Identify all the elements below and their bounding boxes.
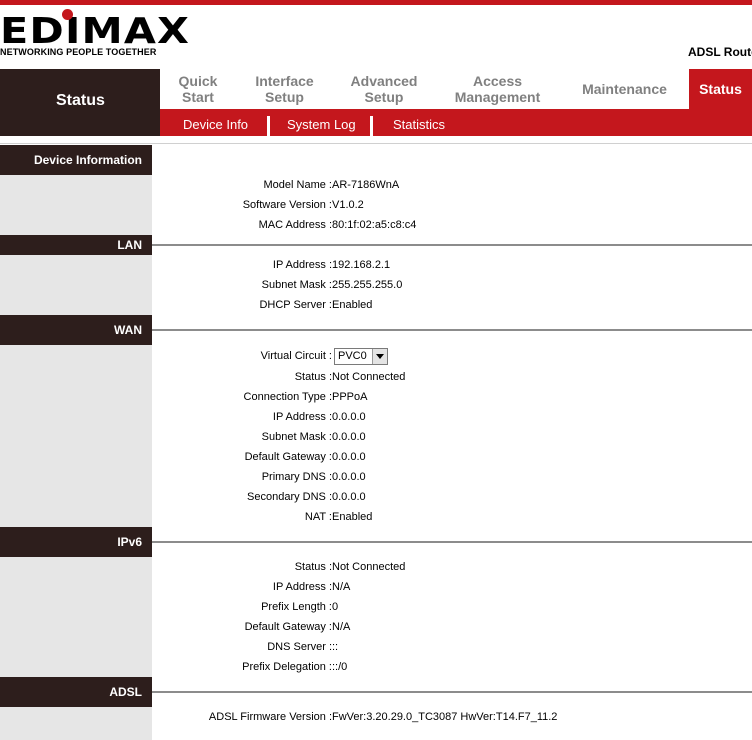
section-divider [152,329,752,331]
section-divider [152,541,752,543]
row-adsl-firmware: ADSL Firmware Version : FwVer:3.20.29.0_T… [208,711,558,723]
section-device-info: Device Information [0,145,152,175]
row-lan-mask: Subnet Mask :255.255.255.0 [261,279,403,291]
row-nat: NAT : Enabled [304,511,373,523]
subnav-separator [370,116,373,136]
row-ipv6-ip: IP Address : N/A [272,581,351,593]
row-dhcp-server: DHCP Server : Enabled [259,299,373,311]
tab-access-management[interactable]: Access Management [435,69,560,109]
row-ipv6-gateway: Default Gateway : N/A [244,621,351,633]
row-virtual-circuit: Virtual Circuit : PVC0 [152,346,752,366]
tab-interface-setup[interactable]: Interface Setup [236,69,333,109]
row-secondary-dns: Secondary DNS :0.0.0.0 [247,491,366,503]
section-lan: LAN [0,235,152,255]
section-adsl: ADSL [0,677,152,707]
chevron-down-icon[interactable] [372,349,387,364]
row-wan-ip: IP Address :0.0.0.0 [272,411,366,423]
section-ipv6: IPv6 [0,527,152,557]
tab-advanced-setup[interactable]: Advanced Setup [333,69,435,109]
row-default-gateway: Default Gateway :0.0.0.0 [244,451,366,463]
edimax-logo: EDIMAX NETWORKING PEOPLE TOGETHER [0,6,189,60]
row-software-version: Software Version : V1.0.2 [242,199,364,211]
row-model-name: Model Name : AR-7186WnA [263,179,400,191]
row-lan-ip: IP Address :192.168.2.1 [272,259,391,271]
section-divider [152,244,752,246]
subtab-system-log[interactable]: System Log [287,109,356,136]
row-prefix-delegation: Prefix Delegation :::/0 [242,661,348,673]
sub-nav: Device Info System Log Statistics [160,109,752,136]
tab-maintenance[interactable]: Maintenance [560,69,689,109]
current-section-label: Status [0,69,160,136]
row-mac-address: MAC Address :80:1f:02:a5:c8:c4 [258,219,417,231]
logo-tagline: NETWORKING PEOPLE TOGETHER [0,47,157,57]
product-name: ADSL Route [688,45,752,59]
subtab-device-info[interactable]: Device Info [183,109,248,136]
top-accent-bar [0,0,752,5]
logo-wordmark: EDIMAX [0,11,191,52]
subnav-separator [267,116,270,136]
row-wan-status: Status : Not Connected [294,371,406,383]
section-divider [152,691,752,693]
row-wan-mask: Subnet Mask :0.0.0.0 [261,431,366,443]
row-ipv6-dns: DNS Server ::: [267,641,339,653]
row-ipv6-status: Status : Not Connected [294,561,406,573]
row-prefix-length: Prefix Length :0 [261,601,339,613]
tab-quick-start[interactable]: Quick Start [160,69,236,109]
section-wan: WAN [0,315,152,345]
subtab-statistics[interactable]: Statistics [393,109,445,136]
tab-status[interactable]: Status [689,69,752,109]
virtual-circuit-select[interactable]: PVC0 [334,348,388,365]
main-nav: Quick Start Interface Setup Advanced Set… [160,69,752,109]
row-primary-dns: Primary DNS :0.0.0.0 [261,471,366,483]
logo-dot [62,9,73,20]
header-divider [0,136,752,144]
row-connection-type: Connection Type : PPPoA [243,391,368,403]
